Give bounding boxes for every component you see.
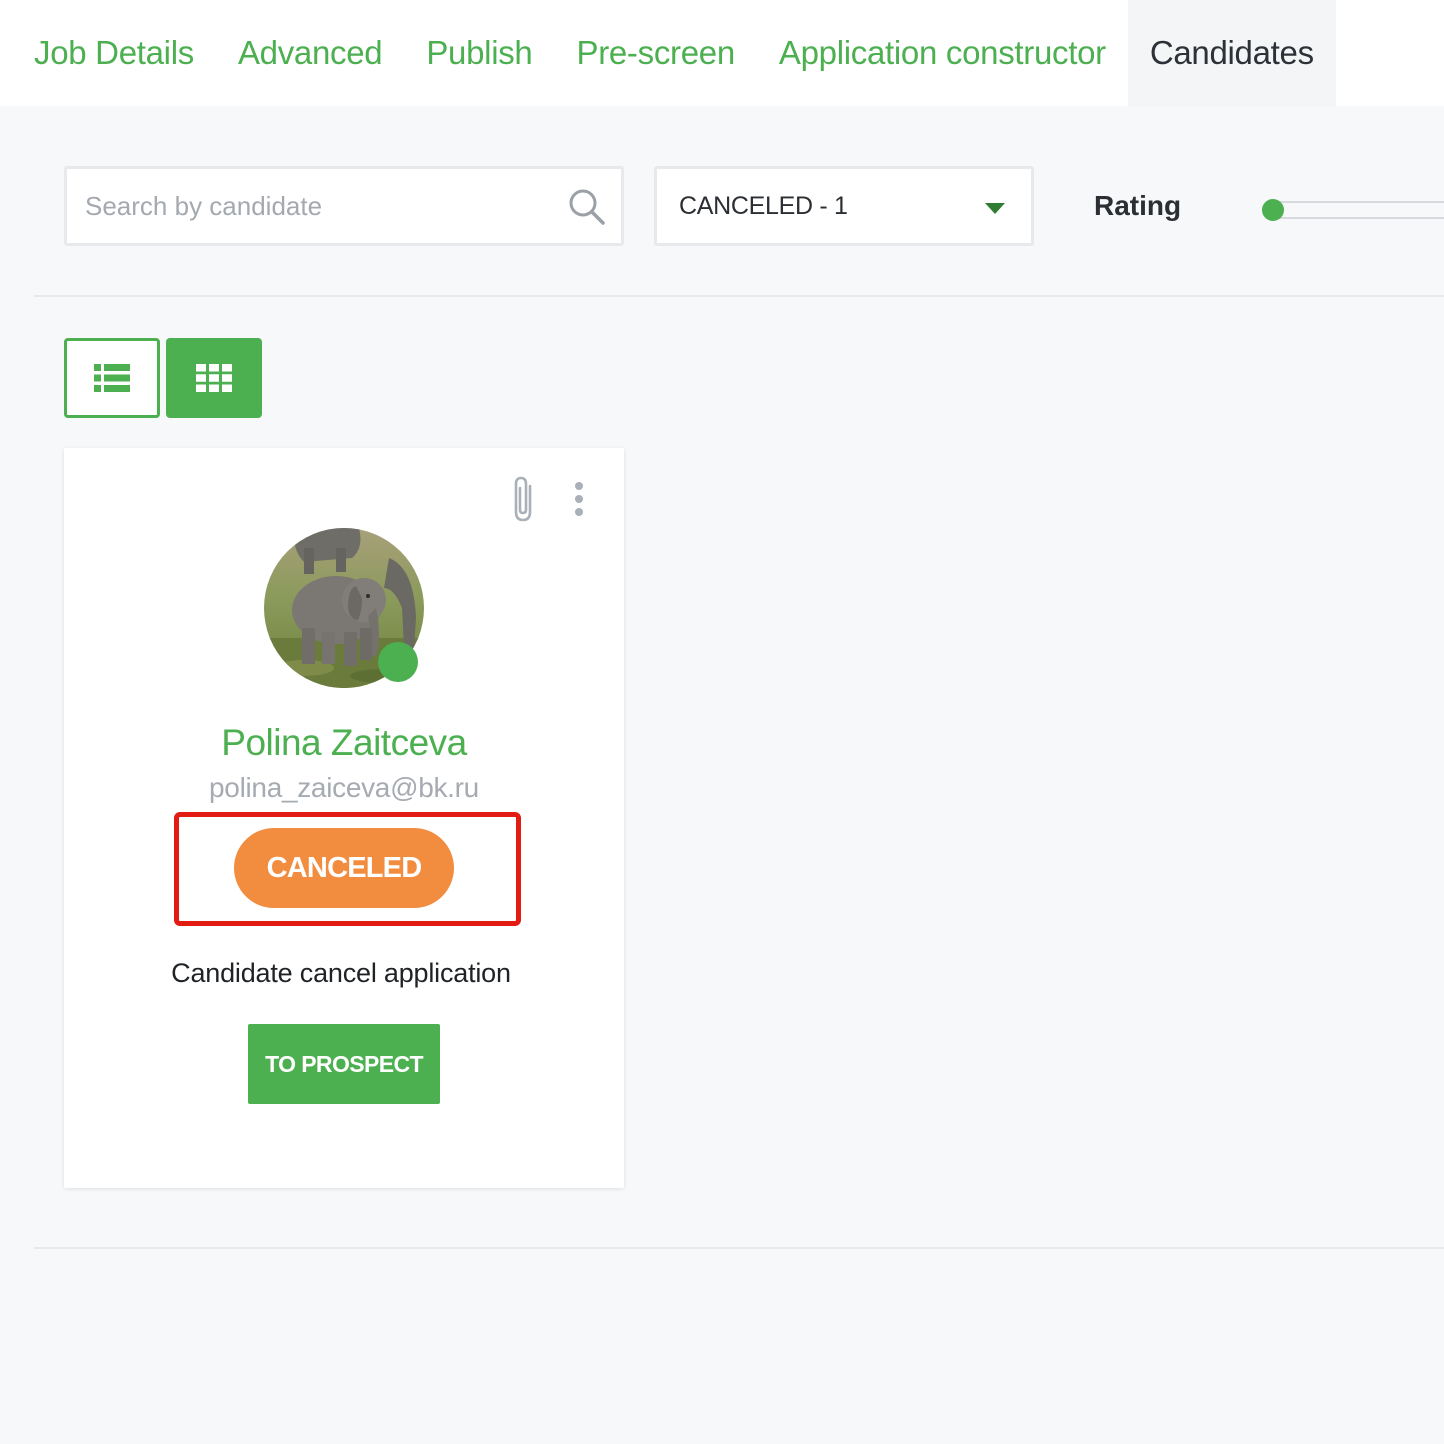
status-filter-select[interactable]: CANCELED - 1	[654, 166, 1034, 246]
filters-divider	[34, 295, 1444, 297]
tab-advanced[interactable]: Advanced	[216, 0, 404, 106]
list-view-button[interactable]	[64, 338, 160, 418]
rating-slider[interactable]	[1262, 196, 1444, 224]
status-reason: Candidate cancel application	[171, 958, 511, 988]
tab-pre-screen[interactable]: Pre-screen	[554, 0, 756, 106]
grid-view-icon	[196, 364, 232, 392]
search-icon[interactable]	[567, 187, 607, 227]
job-tabs: Job Details Advanced Publish Pre-screen …	[0, 0, 1444, 106]
chevron-down-icon	[985, 203, 1005, 214]
search-input[interactable]	[85, 169, 555, 243]
to-prospect-button[interactable]: TO PROSPECT	[248, 1024, 440, 1104]
grid-view-button[interactable]	[166, 338, 262, 418]
status-badge[interactable]: CANCELED	[234, 828, 454, 908]
candidate-card[interactable]: Polina Zaitceva polina_zaiceva@bk.ru CAN…	[64, 448, 624, 1188]
online-status-indicator	[378, 642, 418, 682]
attachment-icon[interactable]	[508, 474, 544, 524]
tab-application-constructor[interactable]: Application constructor	[757, 0, 1128, 106]
tab-job-details[interactable]: Job Details	[12, 0, 216, 106]
tab-candidates[interactable]: Candidates	[1127, 0, 1336, 106]
rating-slider-handle[interactable]	[1262, 199, 1284, 221]
list-view-icon	[94, 364, 130, 392]
tab-publish[interactable]: Publish	[404, 0, 554, 106]
rating-label: Rating	[1094, 190, 1182, 221]
rating-slider-track	[1272, 201, 1444, 219]
candidate-email: polina_zaiceva@bk.ru	[209, 772, 479, 803]
candidate-name[interactable]: Polina Zaitceva	[64, 722, 624, 764]
more-options-icon[interactable]	[570, 482, 588, 522]
status-filter-value: CANCELED - 1	[679, 191, 848, 220]
candidate-search	[64, 166, 624, 246]
results-divider	[34, 1247, 1444, 1249]
